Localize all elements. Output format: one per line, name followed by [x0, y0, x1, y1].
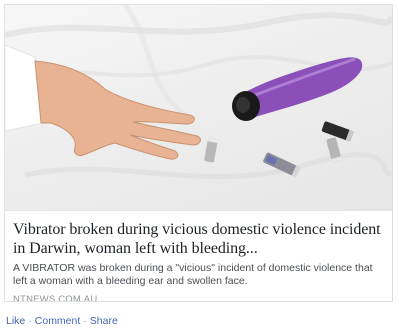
- link-summary: A VIBRATOR was broken during a "vicious"…: [13, 262, 373, 287]
- link-preview-caption[interactable]: Vibrator broken during vicious domestic …: [5, 210, 392, 301]
- link-source-domain: NTNEWS.COM.AU: [13, 294, 98, 302]
- link-headline[interactable]: Vibrator broken during vicious domestic …: [13, 220, 384, 258]
- preview-photo-illustration: [5, 5, 392, 180]
- post-actions-bar: Like · Comment · Share: [6, 315, 118, 328]
- share-link[interactable]: Share: [90, 315, 118, 327]
- separator-dot: ·: [28, 315, 32, 327]
- link-preview-card[interactable]: Vibrator broken during vicious domestic …: [4, 4, 393, 302]
- comment-link[interactable]: Comment: [35, 315, 81, 327]
- like-link[interactable]: Like: [6, 315, 25, 327]
- separator-dot: ·: [83, 315, 87, 327]
- link-preview-image[interactable]: [5, 5, 392, 210]
